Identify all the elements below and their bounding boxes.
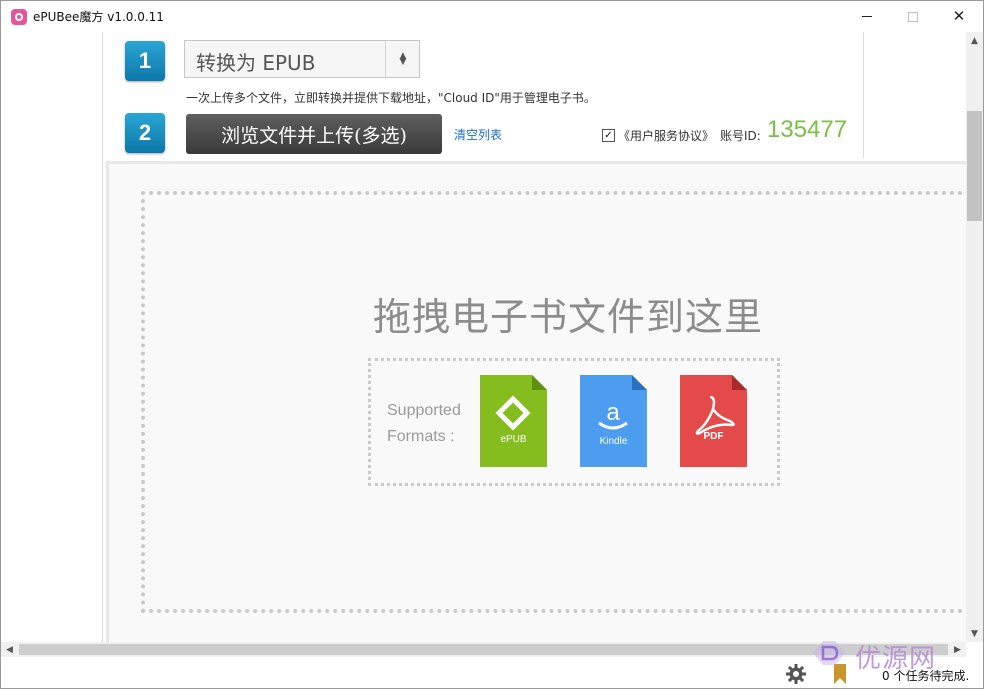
app-window: ePUBee魔方 v1.0.0.11 ✕ 1 转换为 EPUB ▲ ▼ 一次上传多… bbox=[0, 0, 984, 689]
scroll-down-icon[interactable]: ▼ bbox=[966, 625, 983, 642]
window-title: ePUBee魔方 v1.0.0.11 bbox=[33, 10, 164, 24]
gear-icon[interactable] bbox=[785, 663, 807, 685]
agreement-row[interactable]: ✓ 《用户服务协议》 bbox=[602, 127, 714, 144]
left-pane bbox=[1, 32, 103, 642]
agreement-link[interactable]: 《用户服务协议》 bbox=[618, 127, 714, 144]
agreement-checkbox[interactable]: ✓ bbox=[602, 129, 615, 142]
svg-text:a: a bbox=[606, 399, 620, 426]
watermark-logo-icon bbox=[813, 641, 845, 665]
supported-formats-label: Supported Formats : bbox=[387, 402, 461, 445]
clear-list-link[interactable]: 清空列表 bbox=[454, 126, 502, 143]
vertical-scroll-thumb[interactable] bbox=[967, 111, 982, 221]
convert-format-select[interactable]: 转换为 EPUB ▲ ▼ bbox=[184, 40, 420, 78]
scroll-up-icon[interactable]: ▲ bbox=[966, 32, 983, 49]
minimize-icon bbox=[862, 16, 872, 17]
pdf-caption: PDF bbox=[703, 431, 724, 442]
vertical-scrollbar[interactable]: ▲ ▼ bbox=[966, 32, 983, 642]
kindle-caption: Kindle bbox=[599, 436, 628, 447]
title-bar: ePUBee魔方 v1.0.0.11 ✕ bbox=[1, 1, 983, 32]
panel-divider bbox=[863, 32, 864, 158]
app-logo-icon bbox=[11, 9, 27, 25]
maximize-icon bbox=[908, 11, 918, 22]
minimize-button[interactable] bbox=[844, 1, 890, 32]
amazon-kindle-icon: a bbox=[580, 375, 647, 467]
epub-icon bbox=[480, 375, 547, 467]
watermark: 优源网 bbox=[807, 637, 955, 674]
epub-caption: ePUB bbox=[500, 434, 527, 445]
watermark-text: 优源网 bbox=[855, 644, 937, 674]
drop-zone-title: 拖拽电子书文件到这里 bbox=[373, 295, 764, 339]
account-id-label: 账号ID: bbox=[720, 129, 761, 143]
close-button[interactable]: ✕ bbox=[936, 1, 982, 32]
browse-upload-button[interactable]: 浏览文件并上传(多选) bbox=[186, 114, 442, 154]
account-id-value: 135477 bbox=[767, 116, 848, 143]
maximize-button[interactable] bbox=[890, 1, 936, 32]
upload-hint-text: 一次上传多个文件，立即转换并提供下载地址，"Cloud ID"用于管理电子书。 bbox=[186, 91, 596, 105]
scroll-left-icon[interactable]: ◀ bbox=[1, 642, 18, 657]
select-arrows-icon[interactable]: ▲ ▼ bbox=[385, 41, 420, 77]
step-2-badge: 2 bbox=[125, 113, 165, 153]
acrobat-pdf-icon bbox=[680, 375, 747, 467]
convert-format-value: 转换为 EPUB bbox=[196, 51, 316, 75]
step-1-badge: 1 bbox=[125, 41, 165, 81]
close-icon: ✕ bbox=[952, 7, 966, 25]
